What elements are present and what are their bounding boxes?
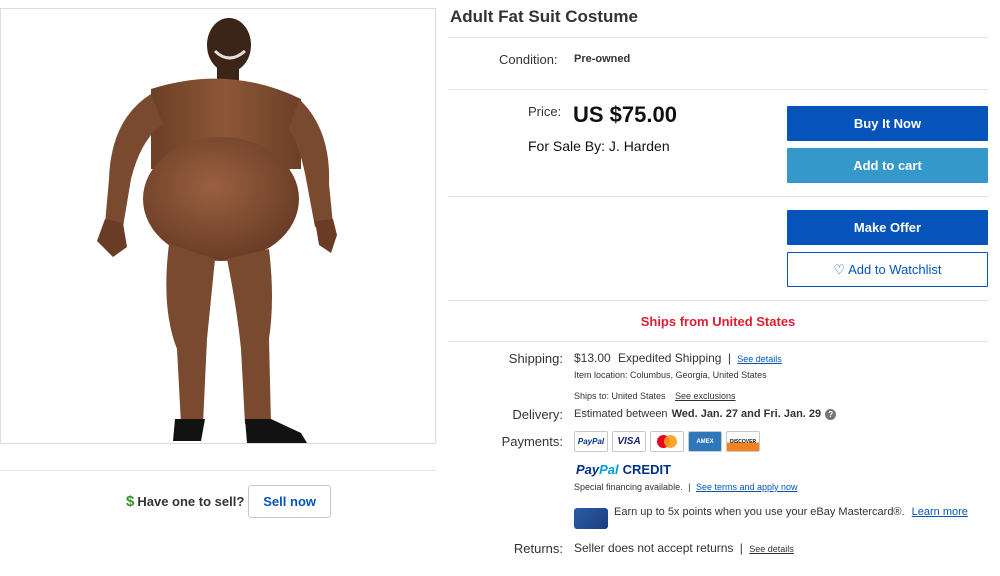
product-image[interactable] bbox=[0, 8, 436, 444]
divider bbox=[448, 196, 988, 197]
discover-logo-icon: DISCOVER bbox=[726, 431, 760, 452]
shipping-cost: $13.00 bbox=[574, 351, 611, 365]
add-to-watchlist-button[interactable]: ♡ Add to Watchlist bbox=[787, 252, 988, 287]
dollar-icon: $ bbox=[126, 493, 135, 510]
ships-to-line: Ships to: United States See exclusions bbox=[574, 386, 736, 404]
ebay-mastercard-icon bbox=[574, 508, 608, 529]
paypal-credit-logo: PayPal CREDIT bbox=[576, 462, 672, 477]
fat-suit-costume-image bbox=[97, 18, 337, 443]
item-title: Adult Fat Suit Costume bbox=[450, 7, 638, 26]
visa-logo-icon: VISA bbox=[612, 431, 646, 452]
price-value: US $75.00 bbox=[573, 102, 677, 127]
earn-points-text: Earn up to 5x points when you use your e… bbox=[614, 506, 968, 518]
delivery-label: Delivery: bbox=[512, 407, 563, 422]
divider bbox=[448, 89, 988, 90]
payment-logos: PayPal VISA AMEX DISCOVER bbox=[574, 431, 760, 452]
ships-to: Ships to: United States bbox=[574, 391, 666, 401]
shipping-line: $13.00 Expedited Shipping | See details bbox=[574, 351, 782, 365]
amex-logo-icon: AMEX bbox=[688, 431, 722, 452]
divider bbox=[448, 300, 988, 301]
paypal-logo-icon: PayPal bbox=[574, 431, 608, 452]
delivery-prefix: Estimated between bbox=[574, 408, 668, 420]
returns-details-link[interactable]: See details bbox=[749, 544, 794, 554]
divider bbox=[448, 341, 988, 342]
delivery-estimate: Estimated between Wed. Jan. 27 and Fri. … bbox=[574, 408, 837, 420]
left-divider bbox=[0, 470, 436, 471]
learn-more-link[interactable]: Learn more bbox=[912, 506, 968, 518]
add-to-cart-button[interactable]: Add to cart bbox=[787, 148, 988, 183]
condition-value: Pre-owned bbox=[574, 53, 631, 65]
returns-label: Returns: bbox=[513, 541, 563, 556]
seller-name: For Sale By: J. Harden bbox=[528, 138, 670, 154]
price-label: Price: bbox=[528, 104, 562, 119]
returns-line: Seller does not accept returns | See det… bbox=[574, 541, 794, 555]
see-exclusions-link[interactable]: See exclusions bbox=[675, 391, 736, 401]
shipping-details-link[interactable]: See details bbox=[737, 354, 782, 364]
heart-icon: ♡ bbox=[833, 261, 846, 277]
sell-now-button[interactable]: Sell now bbox=[248, 485, 331, 518]
payments-label: Payments: bbox=[501, 434, 563, 449]
ships-from-banner: Ships from United States bbox=[640, 314, 796, 329]
delivery-dates: Wed. Jan. 27 and Fri. Jan. 29 bbox=[671, 408, 822, 420]
make-offer-button[interactable]: Make Offer bbox=[787, 210, 988, 245]
shipping-label: Shipping: bbox=[508, 351, 563, 366]
info-icon[interactable]: ? bbox=[825, 408, 837, 420]
returns-text: Seller does not accept returns bbox=[574, 541, 734, 555]
sell-question: Have one to sell? bbox=[137, 494, 245, 509]
shipping-method: Expedited Shipping bbox=[618, 351, 722, 365]
watchlist-label: Add to Watchlist bbox=[848, 262, 942, 277]
mastercard-logo-icon bbox=[650, 431, 684, 452]
financing-text: Special financing available. bbox=[574, 482, 683, 492]
financing-line: Special financing available. | See terms… bbox=[574, 482, 798, 492]
terms-apply-link[interactable]: See terms and apply now bbox=[696, 482, 798, 492]
condition-label: Condition: bbox=[499, 52, 558, 67]
buy-it-now-button[interactable]: Buy It Now bbox=[787, 106, 988, 141]
item-location: Item location: Columbus, Georgia, United… bbox=[574, 370, 767, 380]
sell-prompt: $ Have one to sell? Sell now bbox=[126, 485, 331, 518]
divider bbox=[448, 37, 988, 38]
